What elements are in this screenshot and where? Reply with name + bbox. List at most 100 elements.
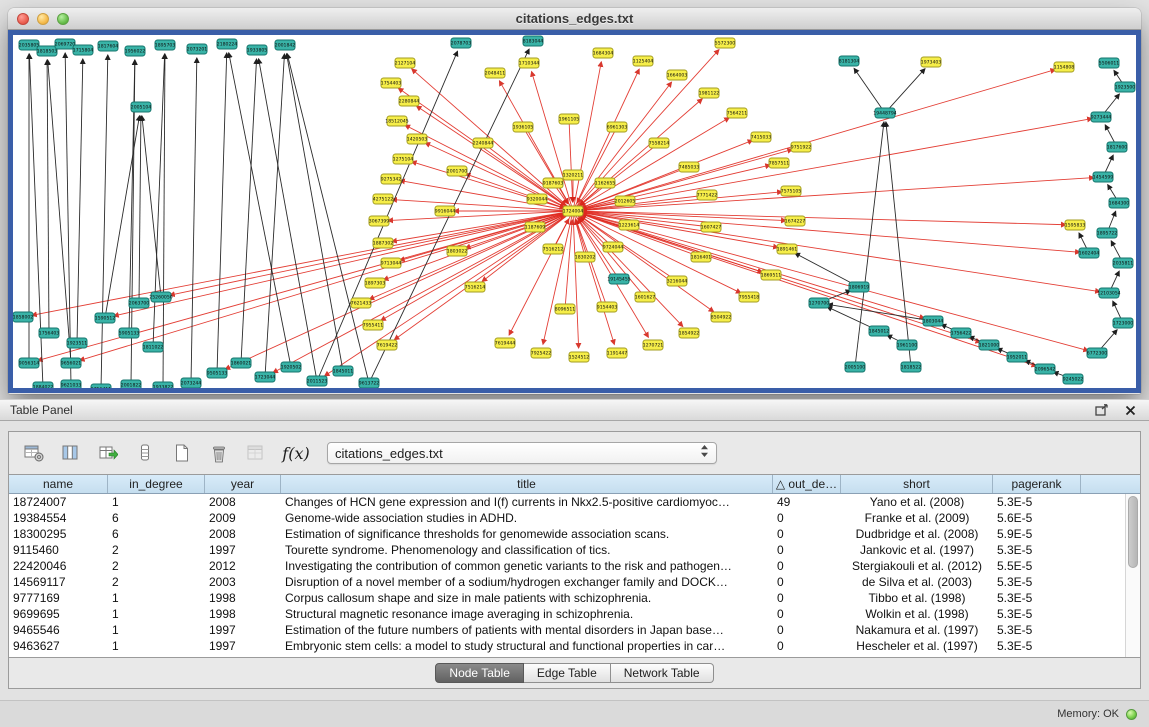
graph-node[interactable]: 2001822: [121, 380, 142, 388]
table-row[interactable]: 969969511998Structural magnetic resonanc…: [9, 606, 1140, 622]
graph-node[interactable]: 1754403: [381, 78, 402, 88]
table-cell[interactable]: 14569117: [9, 574, 108, 590]
graph-node[interactable]: 1897303: [365, 278, 386, 288]
table-cell[interactable]: 0: [773, 574, 841, 590]
graph-node[interactable]: 8504922: [711, 312, 732, 322]
table-cell[interactable]: 1997: [205, 622, 281, 638]
graph-node[interactable]: 2096542: [1035, 364, 1056, 374]
graph-node[interactable]: 1845011: [333, 366, 354, 376]
graph-node[interactable]: 9320044: [527, 194, 548, 204]
graph-node[interactable]: 1223614: [619, 220, 640, 230]
graph-node[interactable]: 2063700: [129, 298, 150, 308]
table-cell[interactable]: 9699695: [9, 606, 108, 622]
graph-node[interactable]: 2005100: [845, 362, 866, 372]
table-cell[interactable]: 5.3E-5: [993, 590, 1081, 606]
graph-node[interactable]: 1524512: [569, 352, 590, 362]
column-header-1[interactable]: in_degree: [108, 475, 205, 493]
table-cell[interactable]: 18300295: [9, 526, 108, 542]
graph-node[interactable]: 1674227: [785, 216, 806, 226]
graph-node[interactable]: 1961105: [559, 114, 580, 124]
table-cell[interactable]: Corpus callosum shape and size in male p…: [281, 590, 773, 606]
graph-node[interactable]: 1607427: [701, 222, 722, 232]
graph-node[interactable]: 1895703: [155, 40, 176, 50]
table-cell[interactable]: 5.3E-5: [993, 638, 1081, 654]
graph-node[interactable]: 1869511: [761, 270, 782, 280]
tab-node-table[interactable]: Node Table: [435, 663, 524, 683]
table-cell[interactable]: 2008: [205, 494, 281, 510]
table-cell[interactable]: 2: [108, 542, 205, 558]
table-cell[interactable]: Tibbo et al. (1998): [841, 590, 993, 606]
table-cell[interactable]: 9463627: [9, 638, 108, 654]
graph-node[interactable]: 6961303: [607, 122, 628, 132]
table-cell[interactable]: Yano et al. (2008): [841, 494, 993, 510]
tab-network-table[interactable]: Network Table: [611, 663, 714, 683]
table-cell[interactable]: Hescheler et al. (1997): [841, 638, 993, 654]
graph-node[interactable]: 9724044: [603, 242, 624, 252]
close-panel-icon[interactable]: [1121, 403, 1139, 418]
graph-node[interactable]: 7415033: [751, 132, 772, 142]
table-cell[interactable]: Disruption of a novel member of a sodium…: [281, 574, 773, 590]
graph-node[interactable]: 2073201: [187, 44, 208, 54]
graph-node[interactable]: 2005104: [131, 102, 152, 112]
network-canvas[interactable]: 2035805181850320697201715804181760419560…: [13, 35, 1136, 388]
table-cell[interactable]: Changes of HCN gene expression and I(f) …: [281, 494, 773, 510]
table-cell[interactable]: Genome-wide association studies in ADHD.: [281, 510, 773, 526]
close-window-button[interactable]: [17, 13, 29, 25]
graph-node[interactable]: 9273444: [1091, 112, 1112, 122]
graph-node[interactable]: 5905133: [119, 328, 140, 338]
table-row[interactable]: 977716911998Corpus callosum shape and si…: [9, 590, 1140, 606]
window-titlebar[interactable]: citations_edges.txt: [8, 8, 1141, 30]
table-cell[interactable]: 1: [108, 590, 205, 606]
graph-node[interactable]: 7619444: [495, 338, 516, 348]
table-cell[interactable]: 0: [773, 526, 841, 542]
graph-node[interactable]: 1590512: [95, 313, 116, 323]
table-cell[interactable]: 5.3E-5: [993, 622, 1081, 638]
graph-node[interactable]: 1952011: [1007, 352, 1028, 362]
graph-node[interactable]: 2048411: [485, 68, 506, 78]
graph-node[interactable]: 1803022: [447, 246, 468, 256]
table-row[interactable]: 911546021997Tourette syndrome. Phenomeno…: [9, 542, 1140, 558]
graph-node[interactable]: 2001842: [275, 40, 296, 50]
graph-node[interactable]: 7771422: [697, 190, 718, 200]
graph-node[interactable]: 1887302: [373, 238, 394, 248]
graph-node[interactable]: 9187603: [543, 178, 564, 188]
graph-node[interactable]: 1602404: [1079, 248, 1100, 258]
graph-node[interactable]: 2035805: [19, 40, 40, 50]
graph-node[interactable]: 19145455: [607, 274, 630, 284]
graph-node[interactable]: 9613722: [359, 378, 380, 388]
graph-node[interactable]: 25260050: [149, 292, 172, 302]
column-header-6[interactable]: pagerank: [993, 475, 1081, 493]
table-cell[interactable]: 1997: [205, 542, 281, 558]
table-cell[interactable]: 1: [108, 606, 205, 622]
table-cell[interactable]: 0: [773, 622, 841, 638]
table-select-dropdown[interactable]: citations_edges.txt: [327, 442, 717, 464]
table-cell[interactable]: 2012: [205, 558, 281, 574]
table-cell[interactable]: Nakamura et al. (1997): [841, 622, 993, 638]
graph-node[interactable]: 2078703: [451, 38, 472, 48]
table-cell[interactable]: 0: [773, 590, 841, 606]
graph-node[interactable]: 9245022: [1063, 374, 1084, 384]
graph-node[interactable]: 9621033: [61, 380, 82, 388]
table-cell[interactable]: 5.6E-5: [993, 510, 1081, 526]
graph-node[interactable]: 7575105: [781, 186, 802, 196]
graph-node[interactable]: 1715804: [73, 45, 94, 55]
graph-node[interactable]: 1817600: [1107, 142, 1128, 152]
table-cell[interactable]: 9465546: [9, 622, 108, 638]
graph-node[interactable]: 1973403: [921, 57, 942, 67]
table-row[interactable]: 946554611997Estimation of the future num…: [9, 622, 1140, 638]
graph-node[interactable]: 1595833: [1065, 220, 1086, 230]
graph-node[interactable]: 2011523: [307, 376, 328, 386]
graph-node[interactable]: 1811022: [143, 342, 164, 352]
graph-node[interactable]: 2127104: [395, 58, 416, 68]
graph-node[interactable]: 7564211: [727, 108, 748, 118]
graph-node[interactable]: 1923511: [67, 338, 88, 348]
table-cell[interactable]: 6: [108, 526, 205, 542]
table-row[interactable]: 2242004622012Investigating the contribut…: [9, 558, 1140, 574]
graph-node[interactable]: 18512045: [385, 116, 408, 126]
graph-node[interactable]: 4275122: [373, 194, 394, 204]
graph-node[interactable]: 2069720: [55, 39, 76, 49]
graph-node[interactable]: 2012605: [615, 196, 636, 206]
graph-node[interactable]: 7485033: [679, 162, 700, 172]
column-header-3[interactable]: title: [281, 475, 773, 493]
table-cell[interactable]: 2009: [205, 510, 281, 526]
